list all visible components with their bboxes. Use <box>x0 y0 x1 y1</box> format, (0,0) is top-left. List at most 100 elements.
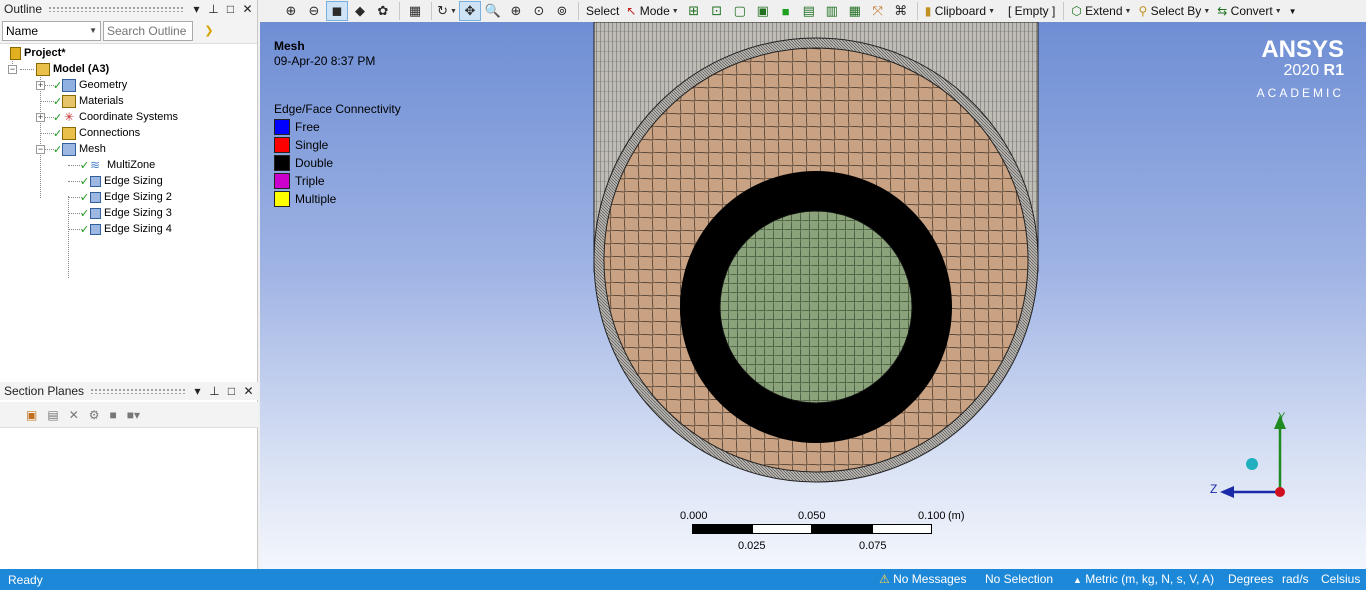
select-by-button[interactable]: ⚲ Select By ▼ <box>1135 1 1213 21</box>
maximize-icon[interactable]: □ <box>226 384 237 398</box>
scale-segment <box>692 524 752 534</box>
edge-sizing-icon <box>90 191 101 203</box>
convert-icon: ⇆ <box>1217 4 1228 18</box>
select-face-icon[interactable]: ▢ <box>729 1 751 21</box>
tree-item-multizone[interactable]: ≋ MultiZone <box>90 157 155 173</box>
scale-tick-label: 0.075 <box>859 540 887 552</box>
cube-icon[interactable]: ■ <box>110 408 117 422</box>
close-icon[interactable]: ✕ <box>243 384 254 398</box>
search-outline-input[interactable] <box>103 20 193 41</box>
pin-icon[interactable]: ⊥ <box>209 384 220 398</box>
tree-item-project[interactable]: Project* <box>10 45 66 61</box>
zoom-to-fit-icon[interactable]: ⊙ <box>528 1 550 21</box>
tree-item-edge-sizing-4[interactable]: Edge Sizing 4 <box>90 221 172 237</box>
tree-item-edge-sizing[interactable]: Edge Sizing <box>90 173 163 189</box>
ansys-logo: ANSYS 2020 R1 ACADEMIC <box>1257 36 1344 100</box>
close-icon[interactable]: ✕ <box>242 2 253 16</box>
viewport-date: 09-Apr-20 8:37 PM <box>274 54 376 68</box>
edit-section-plane-icon[interactable]: ▤ <box>47 408 58 422</box>
tree-item-connections[interactable]: Connections <box>62 125 140 141</box>
scale-unit: (m) <box>948 510 965 522</box>
select-vertex-icon[interactable]: ⊞ <box>683 1 705 21</box>
toolbar-overflow-icon[interactable]: ▼ <box>1286 1 1300 21</box>
tree-item-edge-sizing-2[interactable]: Edge Sizing 2 <box>90 189 172 205</box>
label-icon[interactable]: ⌘ <box>890 1 912 21</box>
graphics-viewport[interactable]: Mesh 09-Apr-20 8:37 PM Edge/Face Connect… <box>260 22 1366 569</box>
tree-item-materials[interactable]: Materials <box>62 93 124 109</box>
select-edge-icon[interactable]: ⊡ <box>706 1 728 21</box>
tree-item-geometry[interactable]: Geometry <box>62 77 127 93</box>
cursor-icon: ↖ <box>626 4 637 18</box>
edge-sizing-icon <box>90 207 101 219</box>
messages-button[interactable]: ⚠ No Messages <box>879 572 966 586</box>
zoom-icon[interactable]: 🔍 <box>482 1 504 21</box>
filter-type-select[interactable]: Name ▼ <box>2 20 101 41</box>
mode-button[interactable]: ↖ Mode ▼ <box>623 1 681 21</box>
delete-icon[interactable]: ✕ <box>69 408 79 422</box>
tree-item-mesh[interactable]: Mesh <box>62 141 106 157</box>
pan-icon[interactable]: ✥ <box>459 1 481 21</box>
convert-button[interactable]: ⇆ Convert ▼ <box>1214 1 1284 21</box>
legend-swatch <box>274 173 290 189</box>
zoom-box-icon[interactable]: ⊕ <box>505 1 527 21</box>
select-element-icon[interactable]: ▥ <box>821 1 843 21</box>
tree-item-coordinate-systems[interactable]: ✳ Coordinate Systems <box>62 109 178 125</box>
scale-segment <box>872 524 932 534</box>
expand-filter-button[interactable]: ❯ <box>195 21 223 41</box>
rotate-icon[interactable]: ↻ ▼ <box>436 1 458 21</box>
expand-icon[interactable]: + <box>36 81 45 90</box>
model-icon <box>36 62 50 76</box>
legend-label: Free <box>295 120 320 134</box>
legend-swatch <box>274 137 290 153</box>
collapse-icon[interactable]: − <box>8 65 17 74</box>
scale-segment <box>812 524 872 534</box>
selection-status: No Selection <box>985 572 1054 586</box>
units-button[interactable]: ▲ Metric (m, kg, N, s, V, A) <box>1073 572 1214 586</box>
scale-segment <box>752 524 812 534</box>
maximize-icon[interactable]: □ <box>225 2 236 16</box>
tree-item-model[interactable]: Model (A3) <box>36 61 109 77</box>
collapse-icon[interactable]: − <box>36 145 45 154</box>
select-by-label: Select By <box>1150 4 1202 18</box>
zoom-in-icon[interactable]: ⊕ <box>280 1 302 21</box>
legend-swatch <box>274 155 290 171</box>
title-grip[interactable] <box>90 388 186 394</box>
box-select-icon[interactable]: ◼ <box>326 1 348 21</box>
check-icon: ✓ <box>80 160 90 172</box>
legend-swatch <box>274 119 290 135</box>
tree-label: Materials <box>79 95 124 107</box>
viewport-title: Mesh <box>274 39 305 53</box>
magnifier-icon[interactable]: ⊚ <box>551 1 573 21</box>
title-grip[interactable] <box>48 6 185 12</box>
cube-dropdown-icon[interactable]: ■▾ <box>127 408 140 422</box>
expand-icon[interactable]: + <box>36 113 45 122</box>
show-whole-elements-icon[interactable]: ⚙ <box>89 408 100 422</box>
z-axis-label: Z <box>1210 482 1218 496</box>
check-icon: ✓ <box>80 224 90 236</box>
coordinate-select-icon[interactable]: ⤧ <box>867 1 889 21</box>
select-element-face-icon[interactable]: ▤ <box>798 1 820 21</box>
dropdown-icon[interactable]: ▾ <box>192 384 203 398</box>
tree-item-edge-sizing-3[interactable]: Edge Sizing 3 <box>90 205 172 221</box>
clipboard-button[interactable]: ▮ Clipboard ▼ <box>922 1 998 21</box>
tile-icon[interactable]: ▦ <box>404 1 426 21</box>
zoom-out-icon[interactable]: ⊖ <box>303 1 325 21</box>
extend-button[interactable]: ⬡ Extend ▼ <box>1068 1 1134 21</box>
axis-triad[interactable]: Y Z <box>1200 407 1300 507</box>
new-section-plane-icon[interactable]: ▣ <box>26 408 37 422</box>
select-mesh-icon[interactable]: ▦ <box>844 1 866 21</box>
pin-location-icon: ⚲ <box>1138 4 1148 18</box>
cube-icon[interactable]: ◆ <box>349 1 371 21</box>
outline-tree: Project* − Model (A3) + ✓ Geometry ✓ Mat… <box>0 44 257 382</box>
select-node-icon[interactable]: ■ <box>775 1 797 21</box>
messages-label: No Messages <box>893 572 967 586</box>
edge-sizing-icon <box>90 175 101 187</box>
check-icon: ✓ <box>80 192 90 204</box>
coordinate-systems-icon: ✳ <box>63 109 75 124</box>
select-body-icon[interactable]: ▣ <box>752 1 774 21</box>
clipboard-label: Clipboard <box>934 4 987 18</box>
pin-icon[interactable]: ⊥ <box>208 2 219 16</box>
dropdown-icon[interactable]: ▾ <box>191 2 202 16</box>
cubes-icon[interactable]: ✿ <box>372 1 394 21</box>
chevron-up-icon: ▲ <box>1073 575 1082 585</box>
